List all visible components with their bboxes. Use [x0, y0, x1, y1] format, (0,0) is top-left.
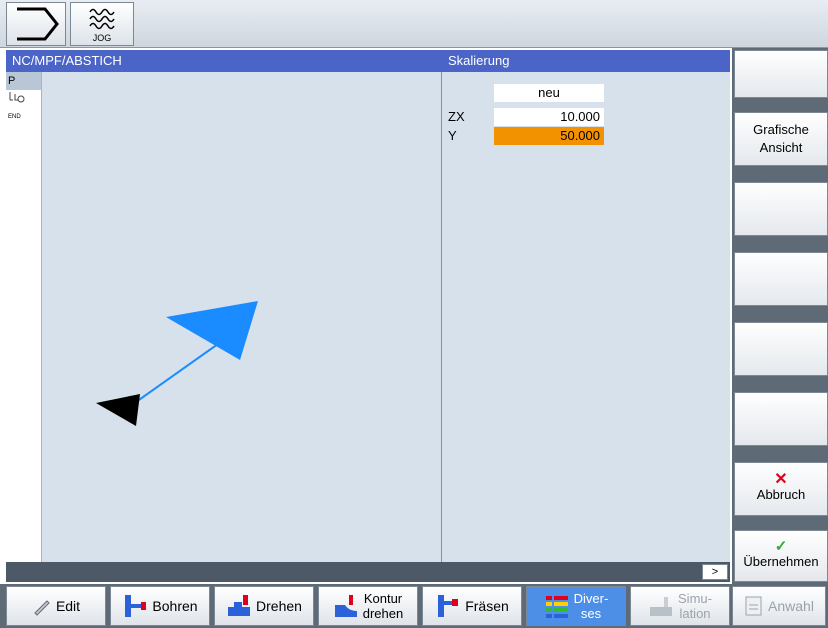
top-bar: JOG: [0, 0, 828, 48]
program-path-title: NC/MPF/ABSTICH: [6, 50, 442, 72]
turning-softkey[interactable]: Drehen: [214, 586, 314, 626]
param-row-zx: ZX 10.000: [442, 108, 730, 126]
cancel-label: Abbruch: [756, 487, 806, 502]
drilling-icon: [125, 595, 147, 617]
graphic-view-line1: Grafische: [753, 122, 809, 137]
scaling-arrow-graphic: [96, 301, 258, 426]
block-row[interactable]: [6, 90, 41, 110]
edit-label: Edit: [55, 598, 81, 614]
scale-arrow-head: [166, 301, 258, 360]
horizontal-softkeys: Edit Bohren Drehen Kontur drehen Fräsen …: [0, 584, 828, 628]
simu-line1: Simu-: [678, 591, 712, 606]
accept-label: Übernehmen: [743, 554, 819, 569]
contour-turning-softkey[interactable]: Kontur drehen: [318, 586, 418, 626]
turning-icon: [228, 595, 251, 616]
cancel-softkey[interactable]: ✕ Abbruch: [734, 462, 828, 516]
pencil-icon: [34, 600, 50, 616]
softkey-3[interactable]: [734, 182, 828, 236]
scaling-title: Skalierung: [442, 50, 730, 72]
cancel-icon: ✕: [774, 471, 788, 488]
nc-file-icon: [745, 596, 762, 616]
param-input-y[interactable]: 50.000: [494, 127, 604, 145]
simulation-icon: [650, 597, 673, 616]
turning-label: Drehen: [256, 598, 302, 614]
machine-area-icon: [17, 7, 59, 41]
simu-line2: lation: [679, 606, 711, 621]
origin-arrow-head: [96, 394, 140, 426]
simulation-softkey[interactable]: Simu- lation: [630, 586, 730, 626]
param-label-zx: ZX: [448, 109, 465, 124]
accept-softkey[interactable]: ✓ Übernehmen: [734, 530, 828, 582]
milling-softkey[interactable]: Fräsen: [422, 586, 522, 626]
graphic-view-line2: Ansicht: [759, 140, 803, 155]
param-label-y: Y: [448, 128, 457, 143]
misc-line2: ses: [580, 606, 602, 621]
select-label: Anwahl: [768, 598, 814, 614]
program-header-marker[interactable]: P: [6, 72, 41, 90]
simulation-label: Simu- lation: [678, 591, 712, 621]
vertical-softkeys: Grafische Ansicht ✕ Abbruch ✓ Übernehmen: [732, 48, 828, 584]
mode-button[interactable]: [6, 2, 66, 46]
softkey-4[interactable]: [734, 252, 828, 306]
drilling-label: Bohren: [152, 598, 198, 614]
milling-icon: [438, 595, 459, 617]
edit-softkey[interactable]: Edit: [6, 586, 106, 626]
miscellaneous-softkey[interactable]: Diver- ses: [526, 586, 626, 626]
param-header-row: neu: [442, 84, 730, 102]
jog-mode-button[interactable]: JOG: [70, 2, 134, 46]
param-input-zx[interactable]: 10.000: [494, 108, 604, 126]
softkey-6[interactable]: [734, 392, 828, 446]
contour-turning-label: Kontur drehen: [363, 591, 403, 621]
program-step-strip: P END: [6, 72, 42, 562]
contour-line1: Kontur: [363, 591, 403, 606]
next-page-button[interactable]: >: [702, 564, 728, 580]
jog-label: JOG: [92, 33, 112, 43]
select-softkey[interactable]: Anwahl: [732, 586, 826, 626]
contour-turning-icon: [334, 595, 357, 617]
graphic-view-softkey[interactable]: Grafische Ansicht: [734, 112, 828, 166]
jog-wave-icon: [89, 8, 115, 30]
graphic-view: [42, 72, 442, 562]
drilling-softkey[interactable]: Bohren: [110, 586, 210, 626]
scaling-block-icon: [9, 92, 25, 103]
new-column-header: neu: [494, 84, 604, 102]
softkey-5[interactable]: [734, 322, 828, 376]
miscellaneous-label: Diver- ses: [574, 591, 609, 621]
milling-label: Fräsen: [465, 598, 509, 614]
param-row-y: Y 50.000: [442, 127, 730, 145]
status-bar: >: [6, 562, 730, 582]
miscellaneous-icon: [545, 596, 568, 618]
contour-line2: drehen: [362, 606, 404, 621]
scaling-parameters: neu ZX 10.000 Y 50.000: [442, 72, 730, 562]
misc-line1: Diver-: [573, 591, 609, 606]
checkmark-icon: ✓: [774, 538, 788, 555]
softkey-1[interactable]: [734, 50, 828, 98]
end-marker[interactable]: END: [6, 110, 41, 124]
